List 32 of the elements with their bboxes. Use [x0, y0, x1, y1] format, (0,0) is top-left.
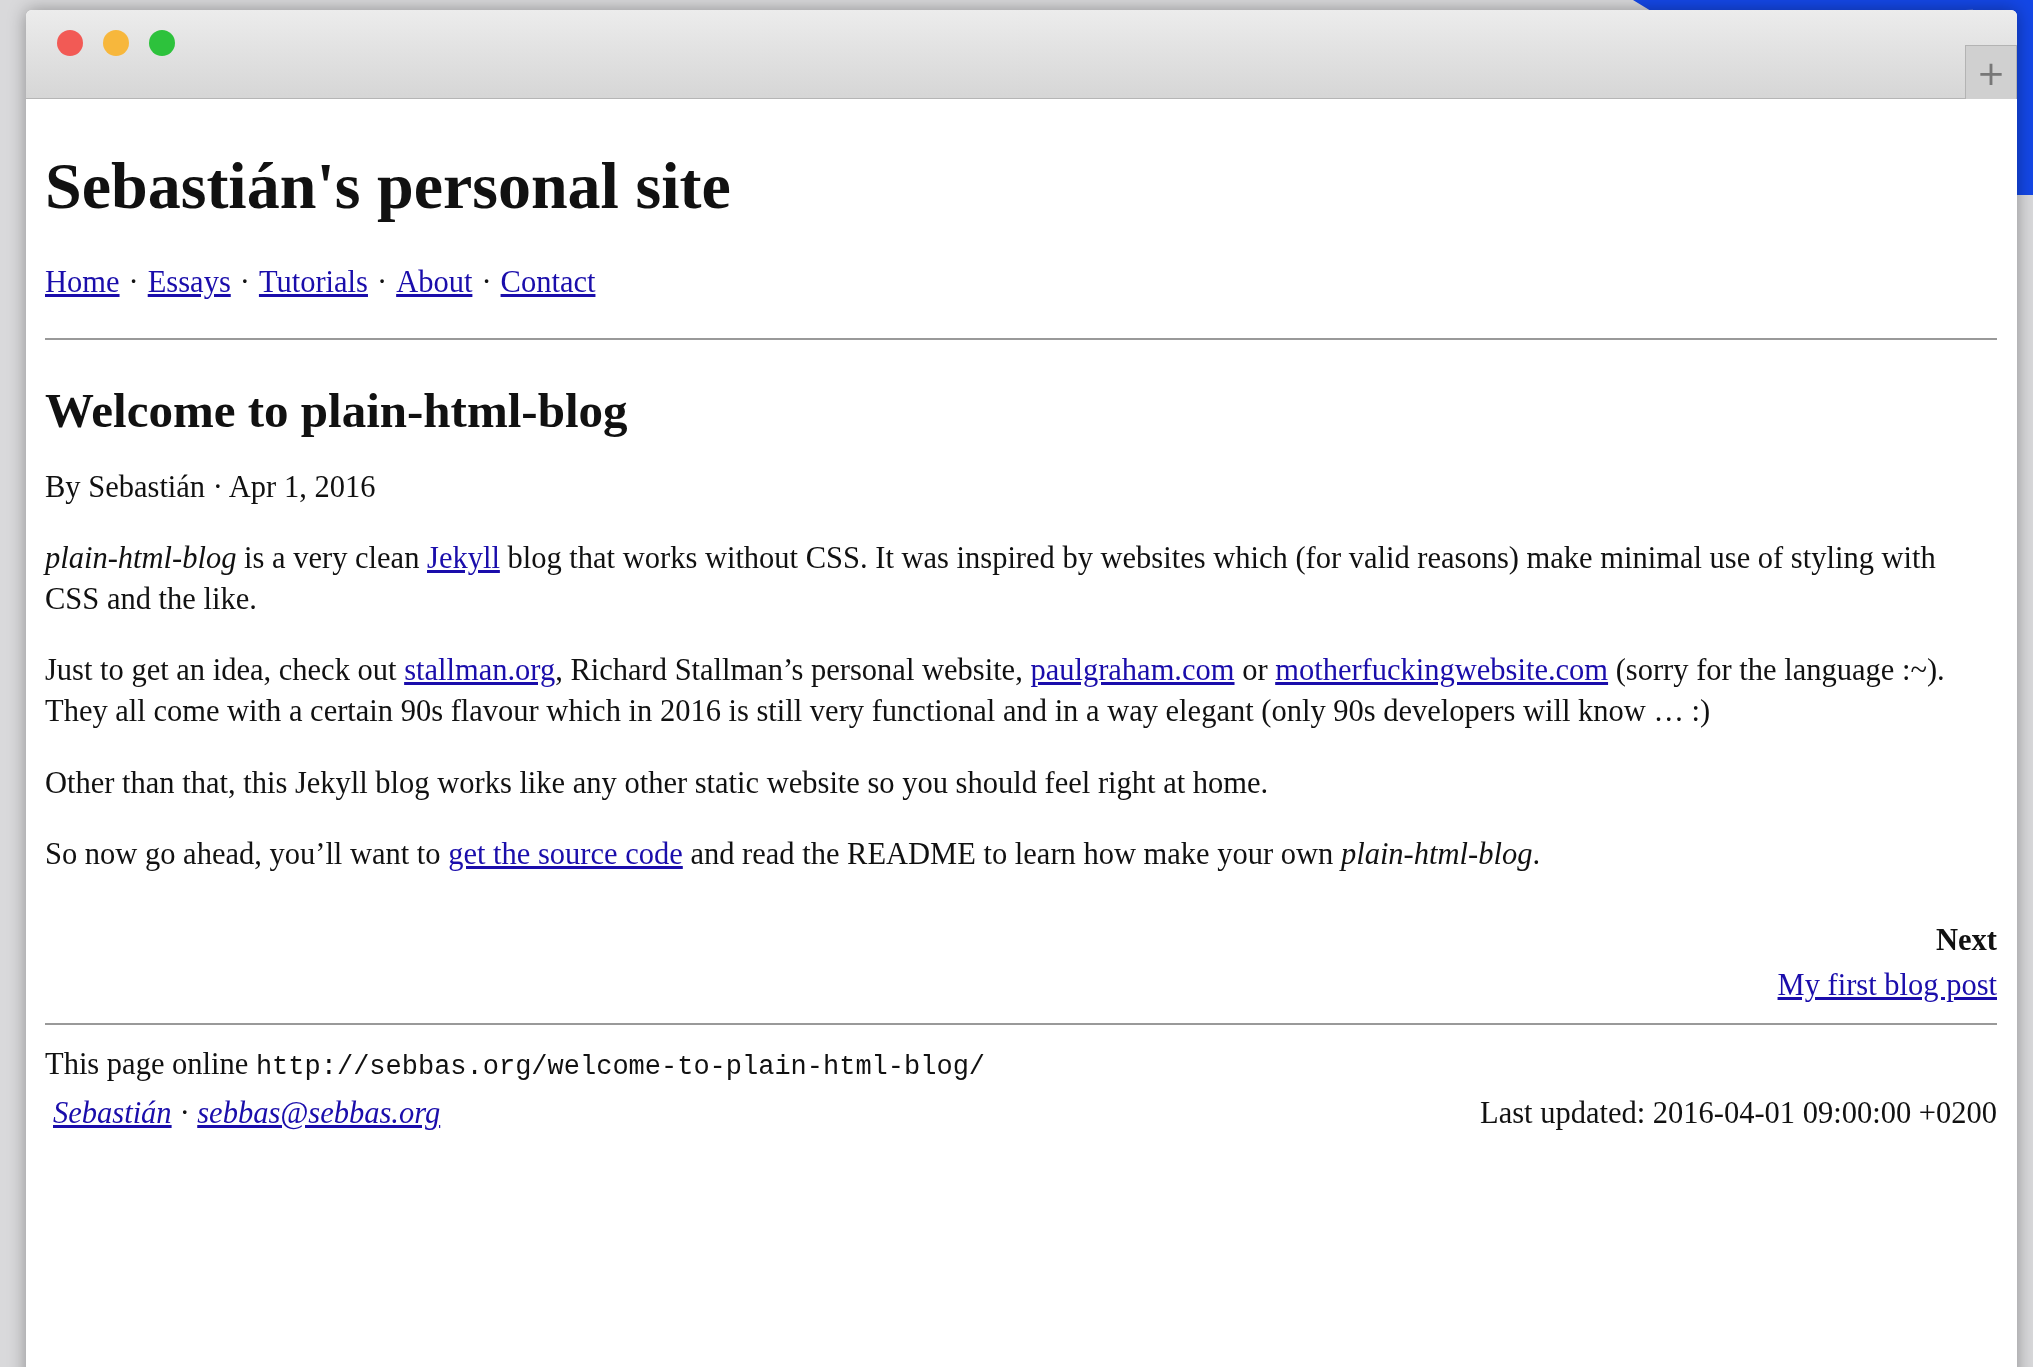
nav-link[interactable]: Essays: [147, 264, 231, 300]
online-label: This page online: [45, 1047, 250, 1081]
text-link[interactable]: paulgraham.com: [1030, 653, 1235, 688]
text-link[interactable]: get the source code: [448, 836, 683, 871]
separator: ·: [238, 264, 251, 300]
paragraph: plain-html-blog is a very clean Jekyll blog that works without CSS. It was inspired by websites which (for valid reasons) make minimal use of styling with CSS and the like.: [45, 539, 1937, 619]
separator: ·: [480, 264, 493, 300]
text-link[interactable]: stallman.org: [404, 653, 556, 688]
separator: ·: [375, 264, 389, 300]
post-title: Welcome to plain-html-blog: [45, 381, 629, 439]
paragraph: Other than that, this Jekyll blog works like any other static website so you should feel right at home.: [45, 764, 1270, 802]
next-post-link[interactable]: My first blog post: [1777, 968, 1997, 1003]
page-url: http://sebbas.org/welcome-to-plain-html-blog/: [255, 1052, 986, 1082]
last-updated: Last updated: 2016-04-01 09:00:00 +0200: [1480, 1096, 1997, 1131]
author-link[interactable]: sebbas@sebbas.org: [197, 1096, 441, 1131]
nav-link[interactable]: About: [396, 264, 473, 300]
separator: ·: [127, 264, 140, 300]
text-link[interactable]: Jekyll: [427, 540, 500, 575]
zoom-button[interactable]: [149, 30, 175, 56]
nav-link[interactable]: Contact: [500, 264, 596, 300]
author-link[interactable]: Sebastián: [53, 1096, 172, 1131]
nav-link[interactable]: Home: [45, 264, 120, 300]
nav-link[interactable]: Tutorials: [258, 264, 368, 300]
close-button[interactable]: [57, 30, 83, 56]
post-byline: By Sebastián · Apr 1, 2016: [45, 468, 377, 506]
separator: ·: [179, 1096, 190, 1131]
next-label: Next: [1936, 923, 1997, 958]
text-link[interactable]: motherfuckingwebsite.com: [1275, 653, 1609, 688]
site-title: Sebastián's personal site: [45, 148, 732, 224]
paragraph: So now go ahead, you’ll want to get the source code and read the README to learn how make your own plain-html-blog.: [45, 835, 1541, 873]
minimize-button[interactable]: [103, 30, 129, 56]
paragraph: Just to get an idea, check out stallman.org, Richard Stallman’s personal website, paulgraham.com or motherfuckingwebsite.com (sorry for the language :~). They all come with a certain 90s flavour which in 2016 is still very functional and in a way elegant (only 90s developers will know … :): [45, 652, 1946, 731]
